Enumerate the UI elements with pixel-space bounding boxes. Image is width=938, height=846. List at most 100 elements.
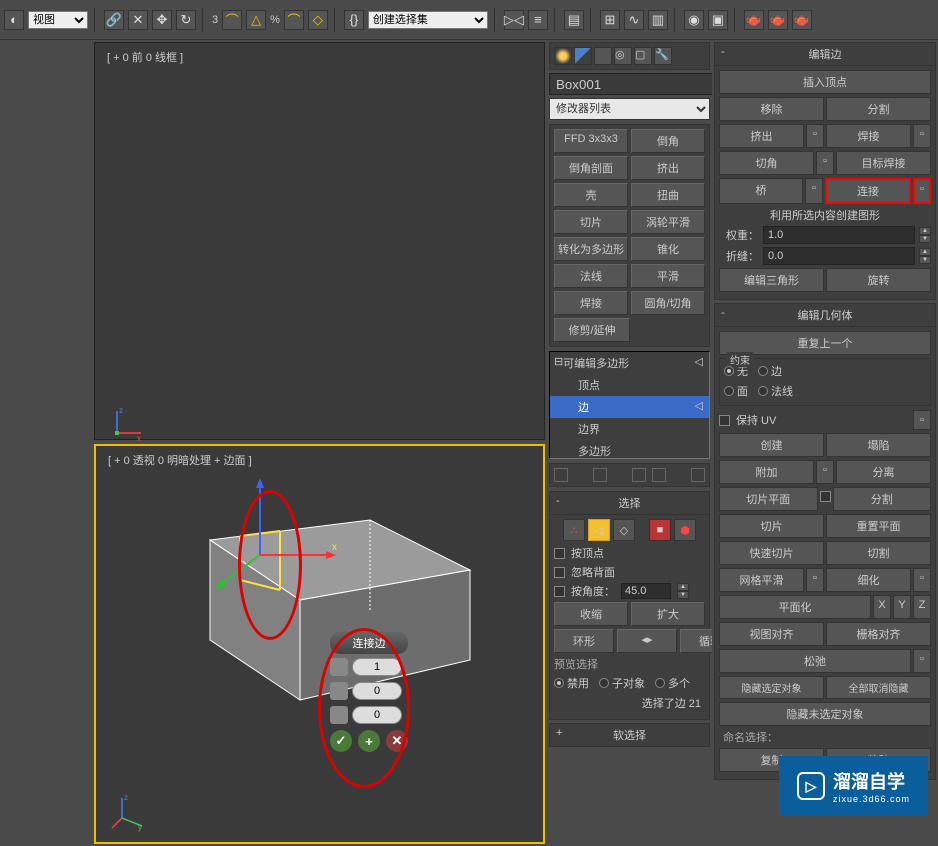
extrude-edge-button[interactable]: 挤出: [719, 124, 804, 148]
edit-tri-button[interactable]: 编辑三角形: [719, 268, 824, 292]
hide-unsel-button[interactable]: 隐藏未选定对象: [719, 702, 931, 726]
link-icon[interactable]: 🔗: [104, 10, 124, 30]
render-iter-icon[interactable]: 🫖: [792, 10, 812, 30]
ffd-button[interactable]: FFD 3x3x3: [554, 129, 628, 153]
to-poly-button[interactable]: 转化为多边形: [554, 237, 628, 261]
weld-edge-button[interactable]: 焊接: [826, 124, 911, 148]
percent-snap-icon[interactable]: ⌒: [284, 10, 304, 30]
insert-vertex-button[interactable]: 插入顶点: [719, 70, 931, 94]
graph-icon[interactable]: ⊞: [600, 10, 620, 30]
slice-button[interactable]: 切片: [554, 210, 628, 234]
render-setup-icon[interactable]: ▣: [708, 10, 728, 30]
weld-button[interactable]: 焊接: [554, 291, 628, 315]
angle-up-icon[interactable]: ▲: [677, 583, 689, 591]
snap-toggle-icon[interactable]: ⌒: [222, 10, 242, 30]
create-button[interactable]: 创建: [719, 433, 824, 457]
remove-button[interactable]: 移除: [719, 97, 824, 121]
spinner-snap-icon[interactable]: ◇: [308, 10, 328, 30]
turn-button[interactable]: 旋转: [826, 268, 931, 292]
cut-button[interactable]: 切割: [826, 541, 931, 565]
undo-icon[interactable]: ◐: [4, 10, 24, 30]
render-prod-icon[interactable]: 🫖: [768, 10, 788, 30]
angle-down-icon[interactable]: ▼: [677, 591, 689, 599]
viewport-perspective[interactable]: [ + 0 透视 0 明暗处理 + 边面 ] z y: [94, 444, 545, 844]
tess-settings-icon[interactable]: ▫: [913, 568, 931, 592]
stack-polygon[interactable]: 多边形: [550, 440, 709, 459]
multi-radio[interactable]: 多个: [655, 675, 690, 691]
edit-edges-header[interactable]: -编辑边: [714, 42, 936, 66]
border-mode-icon[interactable]: ◇: [613, 519, 635, 541]
motion-tab-icon[interactable]: ◎: [614, 47, 632, 65]
twist-button[interactable]: 扭曲: [631, 183, 705, 207]
pinch-input[interactable]: [352, 682, 402, 700]
edit-named-icon[interactable]: {}: [344, 10, 364, 30]
align-icon[interactable]: ≡: [528, 10, 548, 30]
target-weld-button[interactable]: 目标焊接: [836, 151, 931, 175]
mirror-icon[interactable]: ▷◁: [504, 10, 524, 30]
element-mode-icon[interactable]: ⬢: [674, 519, 696, 541]
shell-button[interactable]: 壳: [554, 183, 628, 207]
display-tab-icon[interactable]: ▢: [634, 47, 652, 65]
slice-plane-button[interactable]: 切片平面: [719, 487, 818, 511]
constraint-edge-radio[interactable]: 边: [758, 363, 782, 379]
attach-button[interactable]: 附加: [719, 460, 814, 484]
crease-input[interactable]: [763, 247, 915, 265]
polygon-mode-icon[interactable]: ■: [649, 519, 671, 541]
tessellate-button[interactable]: 细化: [826, 568, 911, 592]
schematic-icon[interactable]: ▥: [648, 10, 668, 30]
planar-x-button[interactable]: X: [873, 595, 891, 619]
bridge-button[interactable]: 桥: [719, 178, 803, 204]
planar-z-button[interactable]: Z: [913, 595, 931, 619]
curve-icon[interactable]: ∿: [624, 10, 644, 30]
extrude-settings-icon[interactable]: ▫: [806, 124, 824, 148]
move-icon[interactable]: ✥: [152, 10, 172, 30]
disable-radio[interactable]: 禁用: [554, 675, 589, 691]
msmooth-settings-icon[interactable]: ▫: [806, 568, 824, 592]
constraint-face-radio[interactable]: 面: [724, 383, 748, 399]
pin-stack-icon[interactable]: [554, 468, 568, 482]
preserve-uv-settings-icon[interactable]: ▫: [913, 410, 931, 430]
chamfer-button[interactable]: 倒角: [631, 129, 705, 153]
rotate-icon[interactable]: ↻: [176, 10, 196, 30]
make-planar-button[interactable]: 平面化: [719, 595, 871, 619]
planar-y-button[interactable]: Y: [893, 595, 911, 619]
detach-button[interactable]: 分离: [836, 460, 931, 484]
quick-slice-button[interactable]: 快速切片: [719, 541, 824, 565]
constraint-normal-radio[interactable]: 法线: [758, 383, 793, 399]
modifier-list-dropdown[interactable]: 修改器列表: [549, 98, 710, 120]
normal-button[interactable]: 法线: [554, 264, 628, 288]
slide-input[interactable]: [352, 706, 402, 724]
taper-button[interactable]: 锥化: [631, 237, 705, 261]
configure-icon[interactable]: [691, 468, 705, 482]
weight-input[interactable]: [763, 226, 915, 244]
segments-input[interactable]: [352, 658, 402, 676]
collapse-button[interactable]: 塌陷: [826, 433, 931, 457]
unlink-icon[interactable]: ✕: [128, 10, 148, 30]
connect-settings-icon[interactable]: ▫: [913, 178, 931, 204]
utilities-tab-icon[interactable]: 🔧: [654, 47, 672, 65]
stack-root[interactable]: ⊟ 可编辑多边形◁: [550, 352, 709, 374]
caddy-apply-button[interactable]: +: [358, 730, 380, 752]
grow-button[interactable]: 扩大: [631, 602, 705, 626]
view-dropdown[interactable]: 视图: [28, 11, 88, 29]
smooth-button[interactable]: 平滑: [631, 264, 705, 288]
by-angle-checkbox[interactable]: [554, 586, 565, 597]
create-tab-icon[interactable]: [554, 47, 572, 65]
msmooth-button[interactable]: 网格平滑: [719, 568, 804, 592]
modify-tab-icon[interactable]: [574, 47, 592, 65]
chamfer-settings-icon[interactable]: ▫: [816, 151, 834, 175]
split-checkbox[interactable]: [820, 491, 831, 502]
vertex-mode-icon[interactable]: ∴: [563, 519, 585, 541]
make-unique-icon[interactable]: [632, 468, 646, 482]
selection-header[interactable]: -选择: [549, 491, 710, 515]
unhide-all-button[interactable]: 全部取消隐藏: [826, 676, 931, 699]
trim-extend-button[interactable]: 修剪/延伸: [554, 318, 630, 342]
chamfer-profile-button[interactable]: 倒角剖面: [554, 156, 628, 180]
by-vertex-checkbox[interactable]: [554, 548, 565, 559]
turbosmooth-button[interactable]: 涡轮平滑: [631, 210, 705, 234]
split-button[interactable]: 分割: [826, 97, 931, 121]
extrude-button[interactable]: 挤出: [631, 156, 705, 180]
edit-geom-header[interactable]: -编辑几何体: [714, 303, 936, 327]
render-icon[interactable]: 🫖: [744, 10, 764, 30]
view-align-button[interactable]: 视图对齐: [719, 622, 824, 646]
